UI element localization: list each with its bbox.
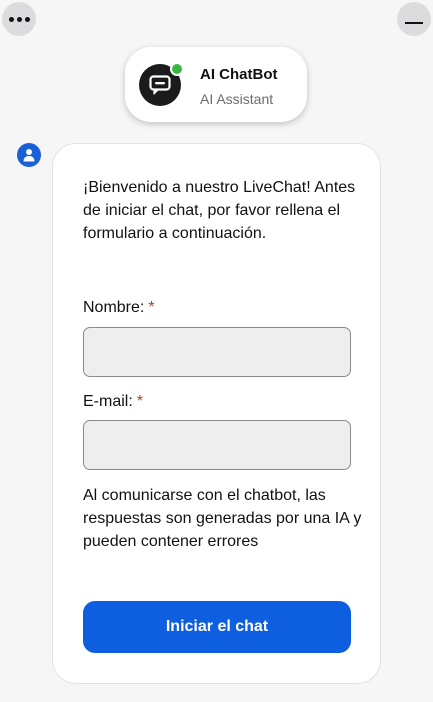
name-label: Nombre: * bbox=[83, 299, 155, 317]
minimize-icon bbox=[405, 22, 423, 24]
agent-name: AI ChatBot bbox=[200, 66, 278, 83]
name-field[interactable] bbox=[83, 327, 351, 377]
user-icon bbox=[23, 149, 35, 162]
start-chat-button[interactable]: Iniciar el chat bbox=[83, 601, 351, 653]
agent-header-card: AI ChatBot AI Assistant bbox=[125, 47, 307, 122]
required-asterisk: * bbox=[136, 393, 144, 410]
required-asterisk: * bbox=[148, 299, 155, 316]
more-horizontal-icon bbox=[8, 16, 30, 22]
welcome-message: ¡Bienvenido a nuestro LiveChat! Antes de… bbox=[83, 179, 356, 242]
user-avatar bbox=[17, 143, 41, 167]
ai-disclaimer: Al comunicarse con el chatbot, las respu… bbox=[83, 487, 362, 550]
pre-chat-form-card: ¡Bienvenido a nuestro LiveChat! Antes de… bbox=[52, 143, 381, 684]
minimize-button[interactable] bbox=[397, 2, 431, 36]
chatbot-icon bbox=[149, 75, 171, 95]
online-status-indicator bbox=[170, 62, 184, 76]
email-label: E-mail: * bbox=[83, 393, 143, 411]
email-label-text: E-mail: bbox=[83, 393, 133, 410]
name-label-text: Nombre: bbox=[83, 299, 145, 316]
more-options-button[interactable] bbox=[2, 2, 36, 36]
agent-role: AI Assistant bbox=[200, 91, 274, 107]
email-field[interactable] bbox=[83, 420, 351, 470]
